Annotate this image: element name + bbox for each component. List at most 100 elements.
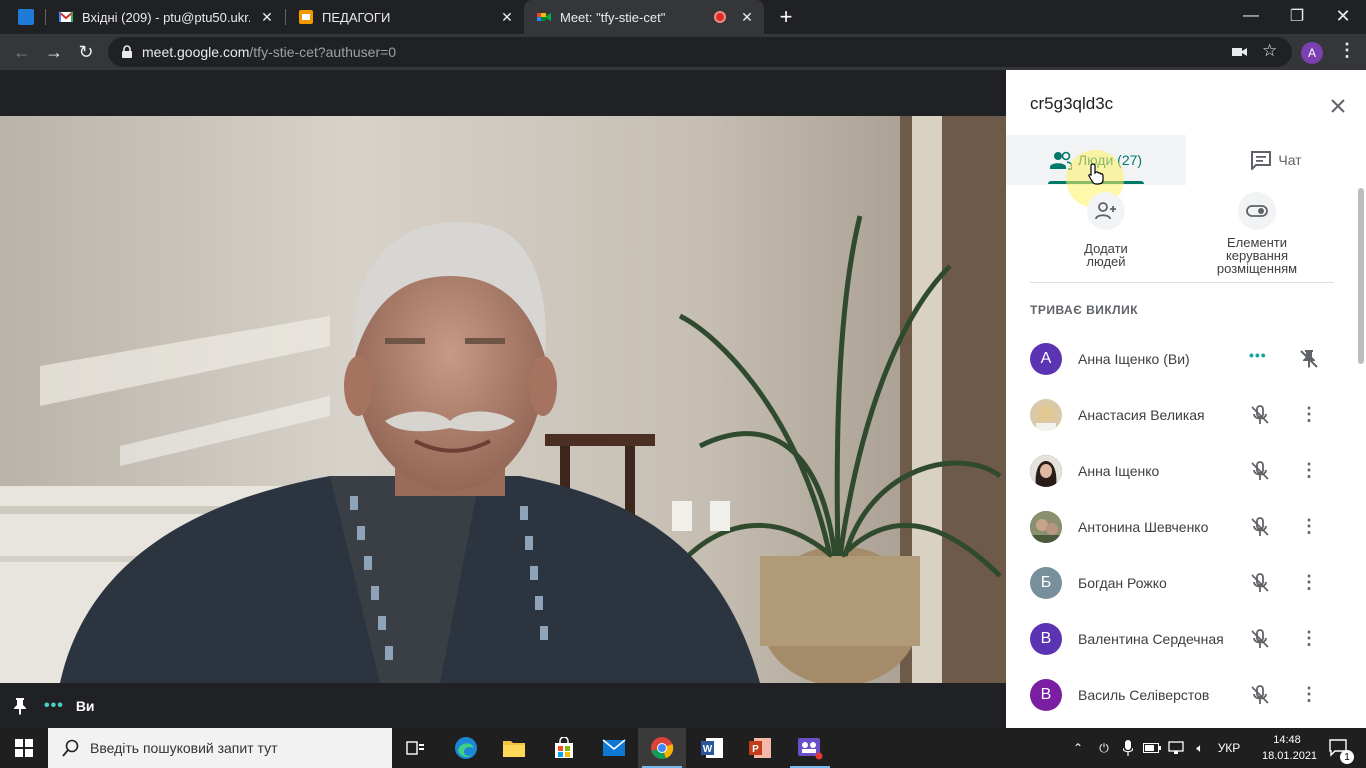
show-hidden-icons[interactable]: ⌃ [1068,728,1088,768]
pin-off-icon[interactable] [1298,348,1320,370]
close-panel-button[interactable] [1322,90,1354,122]
restore-button[interactable]: ❐ [1274,0,1320,32]
speaking-indicator-icon: ••• [1249,347,1267,363]
more-options-icon[interactable]: ••• [44,697,64,715]
avatar [1030,511,1062,543]
date: 18.01.2021 [1262,750,1318,762]
more-options-icon[interactable]: ⋮ [1298,404,1320,426]
tab-meet[interactable]: Meet: "tfy-stie-cet" ✕ [524,0,764,34]
mic-off-icon [1251,629,1269,648]
taskbar-search[interactable]: Введіть пошуковий запит тут [48,728,392,768]
participant-row[interactable]: Анна Іщенко ⋮ [1006,443,1358,499]
bookmark-star-icon[interactable]: ☆ [1262,41,1277,61]
pin-icon[interactable] [12,697,28,715]
camera-icon[interactable] [1232,45,1248,59]
browser-tab-strip: Вхідні (209) - ptu@ptu50.ukr.edu ✕ ПЕДАГ… [0,0,1366,34]
mail-icon[interactable] [590,728,638,768]
forward-button[interactable]: → [40,38,68,66]
url-text: meet.google.com/tfy-stie-cet?authuser=0 [142,44,396,60]
tab-chat[interactable]: Чат [1186,135,1366,185]
close-window-button[interactable]: ✕ [1320,0,1366,32]
avatar: В [1030,623,1062,655]
battery-icon[interactable] [1142,728,1162,768]
browser-menu-icon[interactable]: ⋮ [1338,40,1356,61]
reload-button[interactable]: ↻ [72,38,100,66]
in-call-section-label: ТРИВАЄ ВИКЛИК [1030,303,1139,317]
more-options-icon[interactable]: ⋮ [1298,572,1320,594]
participant-name: Анастасия Великая [1078,407,1205,423]
close-tab-icon[interactable]: ✕ [498,8,516,26]
minimize-button[interactable]: — [1228,0,1274,32]
windows-logo-icon [15,739,33,757]
add-people-button[interactable]: Додати людей [1036,192,1176,268]
meet-icon [537,13,551,21]
volume-icon[interactable]: 🔈︎ [1190,728,1210,768]
people-panel: cr5g3qld3c Люди (27) Чат [1006,70,1366,728]
mic-off-icon [1251,461,1269,480]
meet-app: ••• Ви cr5g3qld3c Люди (27) [0,70,1366,728]
host-controls-label-line3: розміщенням [1216,261,1298,276]
tab-title: Meet: "tfy-stie-cet" [560,9,666,25]
usb-icon[interactable]: ⏻ [1094,728,1114,768]
participant-name: Анна Іщенко [1078,463,1160,479]
tab-gmail[interactable]: Вхідні (209) - ptu@ptu50.ukr.edu ✕ [46,0,284,34]
screen-recorder-icon[interactable] [786,728,834,768]
chrome-icon[interactable] [638,728,686,768]
participant-row[interactable]: В Валентина Сердечная ⋮ [1006,611,1358,667]
svg-text:W: W [703,744,713,755]
slides-icon [299,10,313,24]
url-host: meet.google.com [142,44,250,60]
avatar: В [1030,679,1062,711]
network-icon[interactable] [1166,728,1186,768]
store-icon[interactable] [540,728,588,768]
participant-name: Валентина Сердечная [1078,631,1224,647]
more-options-icon[interactable]: ⋮ [1298,684,1320,706]
back-button[interactable]: ← [8,38,36,66]
taskview-app-icon[interactable] [18,9,34,25]
powerpoint-icon[interactable]: P [736,728,784,768]
divider [1030,282,1334,283]
participant-row[interactable]: Антонина Шевченко ⋮ [1006,499,1358,555]
participant-row[interactable]: A Анна Іщенко (Ви) ••• [1006,331,1358,387]
new-tab-button[interactable]: + [774,4,798,29]
participant-name: Василь Селіверстов [1078,687,1210,703]
chat-icon [1251,151,1272,170]
mic-off-icon [1251,405,1269,424]
tab-pedagogy[interactable]: ПЕДАГОГИ ✕ [286,0,524,34]
url-path: /tfy-stie-cet?authuser=0 [249,44,397,60]
address-bar[interactable]: meet.google.com/tfy-stie-cet?authuser=0 [108,37,1292,67]
host-controls-button[interactable]: Елементи керування розміщенням [1187,192,1327,275]
participant-row[interactable]: В Василь Селіверстов ⋮ [1006,667,1358,723]
close-tab-icon[interactable]: ✕ [258,8,276,26]
participant-row[interactable]: Анастасия Великая ⋮ [1006,387,1358,443]
microphone-tray-icon[interactable] [1118,728,1138,768]
panel-scrollbar[interactable] [1358,188,1364,364]
participant-video [0,116,1006,683]
start-button[interactable] [0,728,48,768]
notifications-button[interactable]: 1 [1322,728,1356,768]
avatar: Б [1030,567,1062,599]
meeting-code: cr5g3qld3c [1030,94,1114,113]
profile-avatar[interactable]: A [1301,42,1323,64]
avatar [1030,455,1062,487]
file-explorer-icon[interactable] [490,728,538,768]
more-options-icon[interactable]: ⋮ [1298,460,1320,482]
participant-row[interactable]: Б Богдан Рожко ⋮ [1006,555,1358,611]
more-options-icon[interactable]: ⋮ [1298,516,1320,538]
svg-text:P: P [752,744,759,755]
self-name-label: Ви [75,697,95,714]
clock[interactable]: 14:48 18.01.2021 [1262,732,1318,764]
participant-name: Богдан Рожко [1078,575,1167,591]
gmail-icon [58,11,74,22]
toggle-icon [1238,192,1276,230]
language-indicator[interactable]: УКР [1214,728,1244,768]
self-view-caption: ••• Ви [0,683,1006,728]
word-icon[interactable]: W [688,728,736,768]
avatar [1030,399,1062,431]
search-icon [62,739,79,757]
search-placeholder: Введіть пошуковий запит тут [90,740,278,756]
task-view-icon[interactable] [392,728,440,768]
close-tab-icon[interactable]: ✕ [738,8,756,26]
edge-icon[interactable] [442,728,490,768]
more-options-icon[interactable]: ⋮ [1298,628,1320,650]
